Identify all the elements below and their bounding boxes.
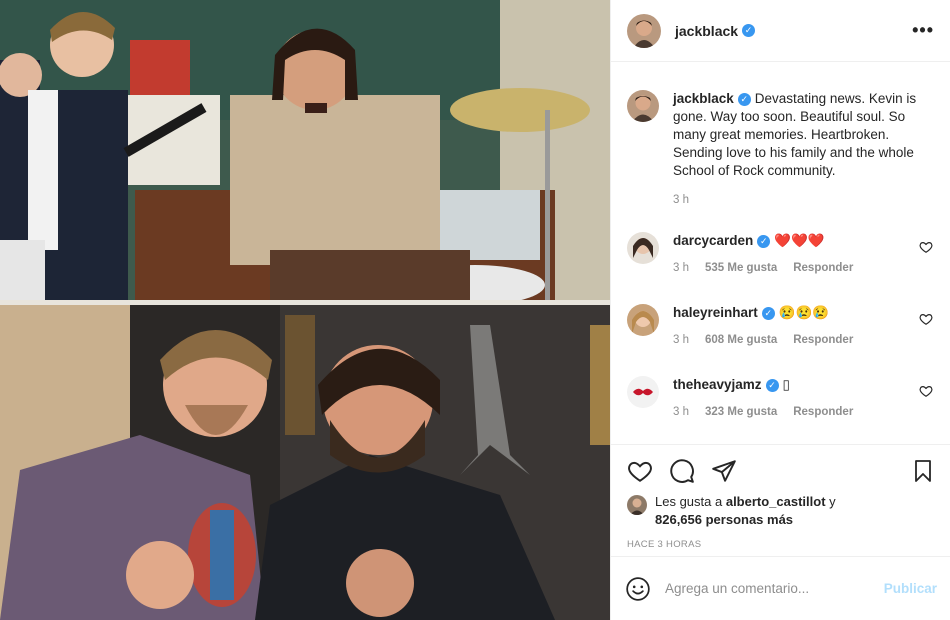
post-header: jackblack ✓ •••: [611, 0, 950, 62]
comment-meta: 3 h 323 Me gusta Responder: [673, 406, 923, 418]
comment-meta: 3 h 608 Me gusta Responder: [673, 334, 923, 346]
comments-list: jackblack ✓ Devastating news. Kevin is gon…: [611, 62, 950, 444]
heart-icon[interactable]: [627, 458, 653, 484]
comment-body: darcycarden ✓ ❤️❤️❤️ 3 h 535 Me gusta Resp…: [673, 232, 923, 274]
comment-username[interactable]: theheavyjamz: [673, 377, 762, 392]
comment-row: theheavyjamz ✓ ▯ 3 h 323 Me gusta Responde…: [611, 376, 950, 418]
comment-username[interactable]: darcycarden: [673, 233, 753, 248]
caption-username[interactable]: jackblack: [673, 91, 734, 106]
comment-input[interactable]: Agrega un comentario...: [665, 581, 884, 596]
bookmark-icon[interactable]: [911, 458, 935, 484]
caption-body: jackblack ✓ Devastating news. Kevin is gon…: [673, 90, 923, 206]
avatar[interactable]: [627, 495, 647, 515]
comment-username[interactable]: haleyreinhart: [673, 305, 758, 320]
likes-count[interactable]: 826,656 personas más: [655, 512, 793, 527]
post-comment-button[interactable]: Publicar: [884, 581, 937, 596]
likes-summary: Les gusta a alberto_castillot y 826,656 …: [611, 485, 950, 529]
more-options-icon[interactable]: •••: [912, 20, 934, 41]
verified-icon: ✓: [737, 92, 751, 106]
caption: jackblack ✓ Devastating news. Kevin is gon…: [611, 90, 950, 206]
post-image-top: [0, 0, 610, 300]
caption-time[interactable]: 3 h: [673, 194, 689, 206]
comment-likes[interactable]: 608 Me gusta: [705, 334, 777, 346]
comment-text: darcycarden ✓ ❤️❤️❤️: [673, 232, 923, 250]
verified-icon: ✓: [765, 378, 779, 392]
likes-text: Les gusta a alberto_castillot y 826,656 …: [655, 493, 836, 529]
verified-icon: ✓: [757, 234, 771, 248]
comment-body: haleyreinhart ✓ 😢😢😢 3 h 608 Me gusta Respo…: [673, 304, 923, 346]
post-sidebar: jackblack ✓ ••• jackblack ✓ Devastating ne…: [610, 0, 950, 620]
liker-username[interactable]: alberto_castillot: [726, 494, 826, 509]
share-icon[interactable]: [711, 458, 737, 484]
avatar[interactable]: [627, 376, 659, 408]
likes-conj: y: [829, 494, 836, 509]
verified-icon: ✓: [742, 24, 756, 37]
avatar[interactable]: [627, 13, 661, 48]
comment-time[interactable]: 3 h: [673, 406, 689, 418]
comment-row: darcycarden ✓ ❤️❤️❤️ 3 h 535 Me gusta Resp…: [611, 232, 950, 274]
comment-time[interactable]: 3 h: [673, 262, 689, 274]
comment-body: theheavyjamz ✓ ▯ 3 h 323 Me gusta Responde…: [673, 376, 923, 418]
avatar[interactable]: [627, 232, 659, 264]
comment-text: theheavyjamz ✓ ▯: [673, 376, 923, 394]
comment-like-icon[interactable]: [919, 240, 933, 254]
comment-content: ❤️❤️❤️: [774, 233, 825, 248]
post-image-bottom: [0, 305, 610, 620]
caption-meta: 3 h: [673, 194, 923, 206]
reply-button[interactable]: Responder: [793, 334, 853, 346]
avatar[interactable]: [627, 304, 659, 336]
emoji-icon[interactable]: [625, 576, 651, 602]
comment-like-icon[interactable]: [919, 312, 933, 326]
caption-text: jackblack ✓ Devastating news. Kevin is gon…: [673, 90, 923, 180]
comment-like-icon[interactable]: [919, 384, 933, 398]
comment-row: haleyreinhart ✓ 😢😢😢 3 h 608 Me gusta Respo…: [611, 304, 950, 346]
likes-prefix: Les gusta a: [655, 494, 723, 509]
comment-likes[interactable]: 323 Me gusta: [705, 406, 777, 418]
post-image[interactable]: [0, 0, 610, 620]
comment-content: 😢😢😢: [778, 305, 830, 320]
reply-button[interactable]: Responder: [793, 406, 853, 418]
avatar[interactable]: [627, 90, 659, 122]
comment-text: haleyreinhart ✓ 😢😢😢: [673, 304, 923, 322]
verified-icon: ✓: [761, 306, 775, 320]
comment-content: ▯: [782, 377, 790, 392]
comment-icon[interactable]: [669, 458, 695, 484]
action-bar: [611, 445, 950, 485]
post-actions: Les gusta a alberto_castillot y 826,656 …: [611, 444, 950, 556]
comment-time[interactable]: 3 h: [673, 334, 689, 346]
reply-button[interactable]: Responder: [793, 262, 853, 274]
add-comment-bar: Agrega un comentario... Publicar: [611, 556, 950, 620]
comment-likes[interactable]: 535 Me gusta: [705, 262, 777, 274]
post-timestamp[interactable]: HACE 3 HORAS: [611, 529, 950, 550]
post-author-username[interactable]: jackblack: [675, 23, 738, 39]
comment-meta: 3 h 535 Me gusta Responder: [673, 262, 923, 274]
